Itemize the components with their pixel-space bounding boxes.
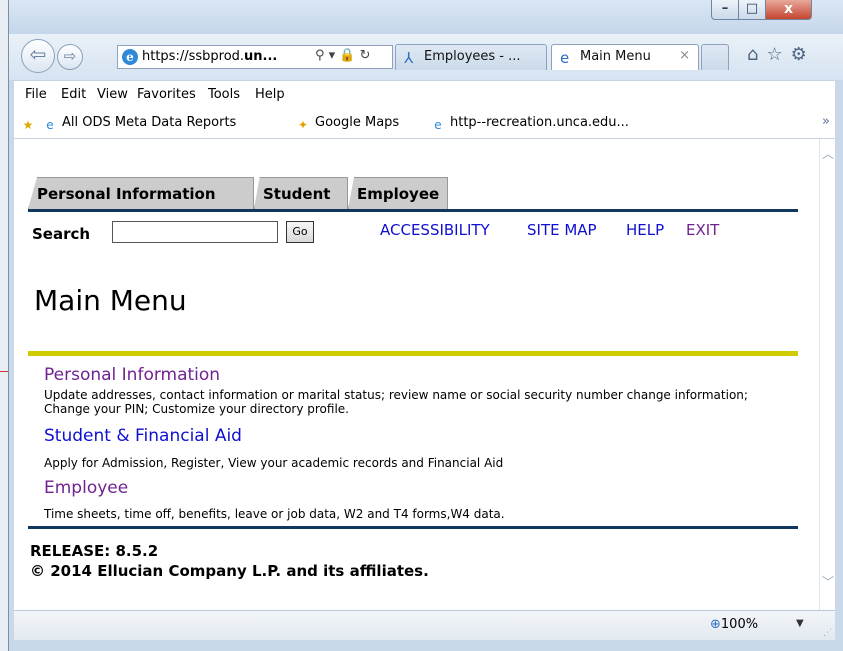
tab-label: Employees - ...: [424, 49, 521, 64]
menu-edit[interactable]: Edit: [61, 87, 86, 102]
zoom-dropdown-icon[interactable]: ▼: [796, 618, 804, 629]
url-host: un...: [244, 49, 278, 64]
address-url[interactable]: https://ssbprod.un...: [142, 49, 277, 64]
search-label: Search: [32, 225, 91, 243]
tab-student[interactable]: Student: [254, 177, 348, 209]
menu-tools[interactable]: Tools: [208, 87, 240, 102]
footer-rule: [28, 526, 798, 529]
tab-underline-rule: [28, 209, 798, 212]
minimize-icon: –: [721, 1, 729, 16]
maximize-icon: □: [745, 1, 759, 16]
scroll-up-icon[interactable]: ︿: [822, 145, 834, 162]
maximize-button[interactable]: □: [738, 0, 766, 20]
tab-employees[interactable]: ⅄ Employees - ...: [395, 44, 547, 70]
address-bar[interactable]: e https://ssbprod.un... ⚲ ▾ 🔒 ↻: [117, 45, 393, 69]
minimize-button[interactable]: –: [711, 0, 739, 20]
lock-icon[interactable]: 🔒: [339, 48, 355, 63]
favorite-label: http--recreation.unca.edu...: [450, 115, 629, 130]
ie-page-icon: e: [46, 118, 54, 132]
menu-help[interactable]: Help: [255, 87, 285, 102]
menu-view[interactable]: View: [97, 87, 128, 102]
go-button[interactable]: Go: [286, 221, 314, 243]
tab-label: Main Menu: [580, 49, 651, 64]
desktop-red-line: [0, 371, 8, 372]
student-financial-aid-description: Apply for Admission, Register, View your…: [44, 456, 504, 470]
menu-favorites[interactable]: Favorites: [137, 87, 196, 102]
url-prefix: https://ssbprod.: [142, 49, 245, 64]
employee-link[interactable]: Employee: [44, 478, 128, 498]
scroll-down-icon[interactable]: ﹀: [822, 573, 834, 590]
favorites-bar: ★ e All ODS Meta Data Reports ✦ Google Map…: [14, 108, 835, 139]
site-map-link[interactable]: SITE MAP: [527, 221, 597, 239]
student-financial-aid-link[interactable]: Student & Financial Aid: [44, 426, 242, 446]
tab-close-icon[interactable]: ×: [679, 48, 690, 63]
address-actions: ⚲ ▾ 🔒 ↻: [315, 48, 371, 63]
tab-main-menu[interactable]: e Main Menu ×: [551, 44, 699, 70]
help-link[interactable]: HELP: [626, 221, 664, 239]
gear-icon[interactable]: ⚙: [791, 44, 815, 65]
exit-link[interactable]: EXIT: [686, 221, 719, 239]
home-icon[interactable]: ⌂: [747, 44, 766, 65]
page-content: Personal Information Student Employee Se…: [14, 139, 819, 610]
google-maps-icon: ✦: [297, 118, 309, 132]
favorite-label: Google Maps: [315, 115, 400, 130]
favorites-star-icon[interactable]: ☆: [766, 44, 790, 65]
copyright: © 2014 Ellucian Company L.P. and its aff…: [30, 562, 429, 580]
search-input[interactable]: [112, 221, 278, 243]
dropdown-arrow-icon[interactable]: ▾: [329, 48, 336, 63]
ie-page-icon: e: [434, 118, 442, 132]
tab-personal-information[interactable]: Personal Information: [28, 177, 254, 209]
tab-employee[interactable]: Employee: [348, 177, 448, 209]
resize-grip-icon[interactable]: ⋰: [823, 628, 832, 638]
toolbar-icons: ⌂☆⚙: [747, 44, 815, 65]
menu-file[interactable]: File: [25, 87, 47, 102]
zoom-icon: ⊕: [710, 617, 721, 632]
close-window-button[interactable]: x: [765, 0, 812, 20]
more-favorites-chevron-icon[interactable]: »: [822, 114, 830, 129]
personal-information-link[interactable]: Personal Information: [44, 365, 220, 385]
close-icon: x: [783, 1, 794, 17]
zoom-level: 100%: [720, 617, 759, 632]
new-tab-button[interactable]: [701, 44, 729, 70]
favorite-google-maps[interactable]: ✦ Google Maps: [295, 115, 399, 133]
vertical-scrollbar[interactable]: ︿ ﹀: [819, 139, 835, 610]
refresh-icon[interactable]: ↻: [360, 48, 371, 63]
release-info: RELEASE: 8.5.2 © 2014 Ellucian Company L…: [30, 541, 429, 581]
ie-tab-icon: e: [560, 49, 570, 67]
back-button[interactable]: ⇦: [21, 39, 55, 73]
favorite-recreation[interactable]: e http--recreation.unca.edu...: [430, 115, 629, 133]
add-favorites-button[interactable]: ★: [20, 115, 40, 133]
page-title: Main Menu: [34, 284, 187, 317]
menu-bar: File Edit View Favorites Tools Help: [14, 80, 835, 109]
favorite-label: All ODS Meta Data Reports: [62, 115, 237, 130]
status-bar: ⊕100% ▼ ⋰: [14, 610, 835, 640]
employee-description: Time sheets, time off, benefits, leave o…: [44, 507, 505, 521]
accessibility-link[interactable]: ACCESSIBILITY: [380, 221, 490, 239]
title-bar: – □ x: [9, 0, 843, 34]
search-icon[interactable]: ⚲: [315, 48, 325, 63]
ie-page-icon: e: [122, 49, 138, 65]
personal-information-description: Update addresses, contact information or…: [44, 388, 748, 416]
zoom-control[interactable]: ⊕100%: [710, 617, 758, 632]
favorites-star-add-icon: ★: [22, 118, 34, 132]
title-divider: [28, 351, 798, 356]
back-arrow-icon: ⇦: [29, 42, 47, 66]
adobe-acrobat-icon: ⅄: [404, 49, 414, 67]
favorite-ods-reports[interactable]: e All ODS Meta Data Reports: [42, 115, 236, 133]
release-version: RELEASE: 8.5.2: [30, 542, 159, 560]
forward-button[interactable]: ⇨: [57, 44, 83, 70]
forward-arrow-icon: ⇨: [63, 47, 77, 65]
